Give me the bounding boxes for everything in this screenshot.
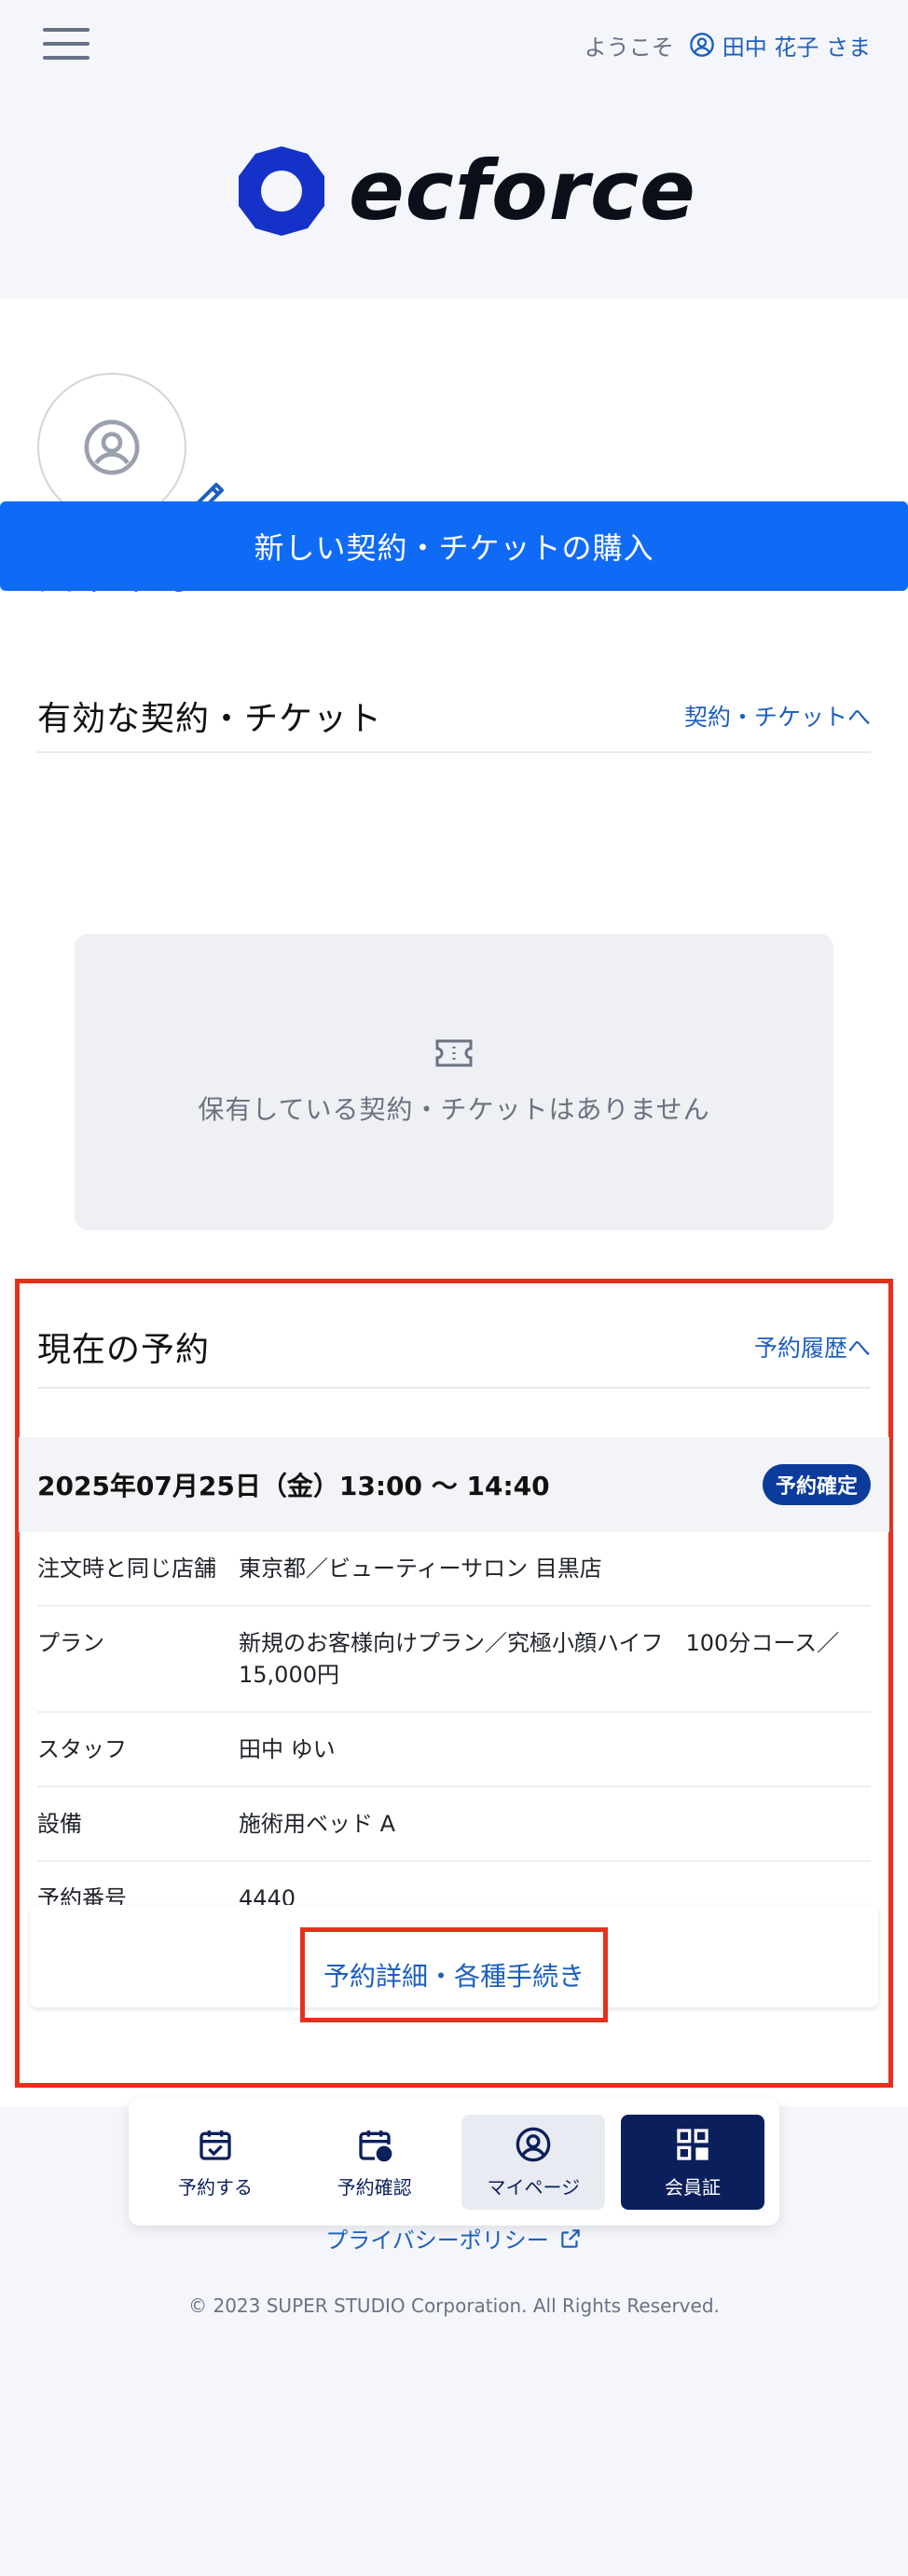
contracts-link[interactable]: 契約・チケットへ xyxy=(684,699,871,733)
copyright: © 2023 SUPER STUDIO Corporation. All Rig… xyxy=(188,2295,720,2317)
row-value: 東京都／ビューティーサロン 目黒店 xyxy=(239,1555,602,1582)
user-placeholder-icon xyxy=(84,419,140,475)
user-link[interactable]: 田中 花子 さま xyxy=(689,29,871,62)
hamburger-menu-icon[interactable] xyxy=(43,28,89,62)
user-circle-icon xyxy=(516,2127,551,2161)
row-key: 設備 xyxy=(37,1811,82,1837)
row-key: プラン xyxy=(37,1630,104,1656)
nav-label: 予約確認 xyxy=(337,2175,412,2199)
reservation-detail-button[interactable]: 予約詳細・各種手続き xyxy=(300,1927,608,2022)
row-key: スタッフ xyxy=(37,1736,127,1762)
header: ようこそ 田中 花子 さま ecforce xyxy=(0,0,908,298)
reservation-history-link[interactable]: 予約履歴へ xyxy=(754,1330,871,1363)
row-key: 注文時と同じ店舗 xyxy=(37,1555,216,1582)
buy-contract-button[interactable]: 新しい契約・チケットの購入 xyxy=(0,501,908,591)
avatar xyxy=(37,373,186,522)
row-value: 施術用ベッド A xyxy=(239,1811,396,1837)
qr-code-icon xyxy=(677,2128,709,2160)
privacy-label: プライバシーポリシー xyxy=(325,2227,549,2254)
empty-contracts-text: 保有している契約・チケットはありません xyxy=(198,1094,710,1125)
calendar-check-icon xyxy=(199,2130,231,2160)
logo-mark-icon xyxy=(239,146,324,236)
reservation-title: 現在の予約 xyxy=(37,1331,211,1369)
reservation-detail-table: 注文時と同じ店舗 東京都／ビューティーサロン 目黒店 プラン 新規のお客様向けプ… xyxy=(37,1532,871,1937)
row-value: 田中 ゆい xyxy=(239,1736,336,1762)
contracts-header: 有効な契約・チケット 契約・チケットへ xyxy=(37,680,871,753)
table-row: スタッフ 田中 ゆい xyxy=(37,1713,871,1788)
table-row: プラン 新規のお客様向けプラン／究極小顔ハイフ 100分コース／15,000円 xyxy=(37,1607,871,1713)
external-link-icon xyxy=(561,2228,580,2248)
nav-item-confirm[interactable]: 予約確認 xyxy=(303,2115,447,2210)
reservation-date-bar: 2025年07月25日（金）13:00 〜 14:40 予約確定 xyxy=(19,1437,889,1532)
row-value: 新規のお客様向けプラン／究極小顔ハイフ 100分コース／15,000円 xyxy=(239,1630,840,1688)
reservation-header: 現在の予約 予約履歴へ xyxy=(37,1307,871,1389)
welcome-text: ようこそ xyxy=(584,34,674,61)
bottom-nav: 予約する 予約確認 マイページ 会員証 xyxy=(129,2099,779,2226)
calendar-clock-icon xyxy=(358,2130,392,2161)
ticket-icon xyxy=(435,1039,473,1067)
empty-contracts-box: 保有している契約・チケットはありません xyxy=(75,934,833,1230)
contracts-title: 有効な契約・チケット xyxy=(37,700,383,738)
nav-label: マイページ xyxy=(487,2175,581,2199)
nav-item-mypage[interactable]: マイページ xyxy=(461,2115,606,2210)
user-circle-icon xyxy=(689,33,714,57)
status-badge: 予約確定 xyxy=(762,1464,871,1505)
user-name: 田中 花子 さま xyxy=(722,34,871,61)
nav-label: 予約する xyxy=(178,2175,253,2199)
welcome-area: ようこそ 田中 花子 さま xyxy=(585,28,871,62)
nav-item-member-card[interactable]: 会員証 xyxy=(620,2115,764,2210)
table-row: 注文時と同じ店舗 東京都／ビューティーサロン 目黒店 xyxy=(37,1532,871,1607)
reservation-date: 2025年07月25日（金）13:00 〜 14:40 xyxy=(37,1471,550,1501)
nav-item-reserve[interactable]: 予約する xyxy=(144,2115,287,2210)
table-row: 設備 施術用ベッド A xyxy=(37,1788,871,1862)
privacy-policy-link[interactable]: プライバシーポリシー xyxy=(0,2222,908,2254)
nav-label: 会員証 xyxy=(664,2175,721,2199)
logo: ecforce xyxy=(235,144,696,238)
logo-text: ecforce xyxy=(349,143,696,239)
